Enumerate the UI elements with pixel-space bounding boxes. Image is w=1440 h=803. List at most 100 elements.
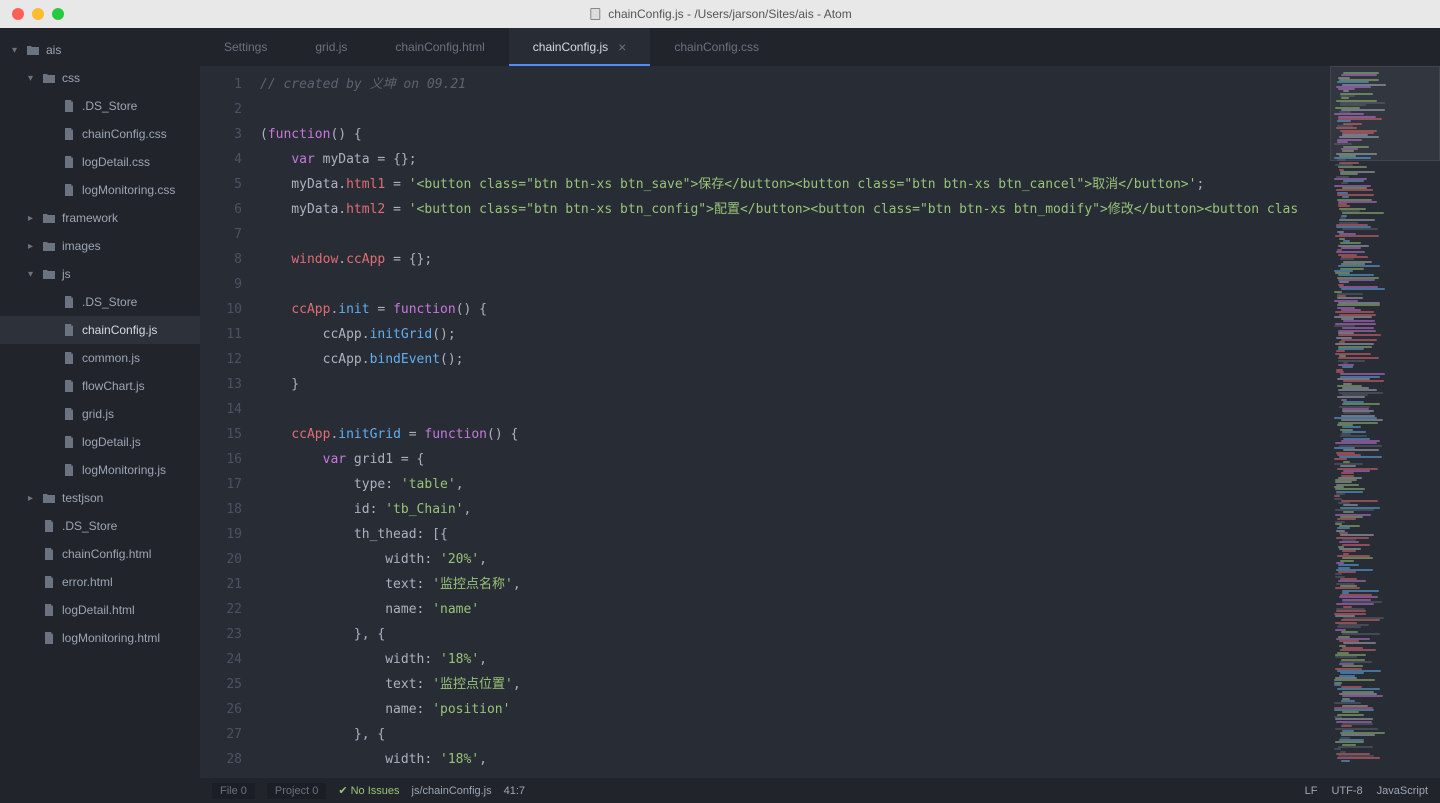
file-icon — [60, 183, 78, 197]
code-line[interactable]: var myData = {}; — [260, 147, 1330, 172]
file-icon — [60, 155, 78, 169]
code-line[interactable]: ccApp.init = function() { — [260, 297, 1330, 322]
status-file-count[interactable]: File 0 — [212, 783, 255, 799]
status-path[interactable]: js/chainConfig.js — [412, 785, 492, 797]
line-number: 1 — [200, 72, 242, 97]
status-cursor[interactable]: 41:7 — [504, 785, 525, 797]
line-number: 25 — [200, 672, 242, 697]
tree-label: css — [62, 71, 80, 85]
chevron-right-icon: ▸ — [28, 241, 40, 252]
folder-icon — [40, 491, 58, 505]
code-line[interactable]: // created by 义坤 on 09.21 — [260, 72, 1330, 97]
file-icon — [588, 7, 602, 21]
code-line[interactable]: }, { — [260, 722, 1330, 747]
close-window-button[interactable] — [12, 8, 24, 20]
tree-label: grid.js — [82, 407, 114, 421]
code-line[interactable]: th_thead: [{ — [260, 522, 1330, 547]
close-icon[interactable]: × — [618, 39, 626, 55]
code-line[interactable]: width: '18%', — [260, 647, 1330, 672]
tree-folder[interactable]: ▸ testjson — [0, 484, 200, 512]
chevron-right-icon: ▸ — [28, 493, 40, 504]
tree-folder[interactable]: ▸framework — [0, 204, 200, 232]
line-number: 14 — [200, 397, 242, 422]
code-area[interactable]: // created by 义坤 on 09.21 (function() { … — [260, 66, 1330, 778]
tree-folder[interactable]: ▾js — [0, 260, 200, 288]
tree-label: framework — [62, 211, 118, 225]
tree-file[interactable]: logDetail.css — [0, 148, 200, 176]
code-line[interactable]: name: 'position' — [260, 697, 1330, 722]
code-line[interactable]: text: '监控点名称', — [260, 572, 1330, 597]
tree-root[interactable]: ▾ ais — [0, 36, 200, 64]
tree-file[interactable]: chainConfig.js — [0, 316, 200, 344]
file-icon — [40, 519, 58, 533]
tree-file[interactable]: flowChart.js — [0, 372, 200, 400]
tab-label: grid.js — [315, 40, 347, 54]
status-line-ending[interactable]: LF — [1305, 785, 1318, 797]
tab[interactable]: Settings — [200, 28, 291, 66]
status-encoding[interactable]: UTF-8 — [1331, 785, 1362, 797]
tree-file[interactable]: .DS_Store — [0, 92, 200, 120]
line-number: 18 — [200, 497, 242, 522]
tree-label: testjson — [62, 491, 103, 505]
code-line[interactable]: var grid1 = { — [260, 447, 1330, 472]
line-number: 16 — [200, 447, 242, 472]
file-icon — [40, 575, 58, 589]
status-issues[interactable]: ✔ No Issues — [338, 784, 399, 797]
code-line[interactable] — [260, 97, 1330, 122]
status-language[interactable]: JavaScript — [1377, 785, 1428, 797]
tree-file[interactable]: chainConfig.css — [0, 120, 200, 148]
tab[interactable]: chainConfig.html — [371, 28, 508, 66]
code-line[interactable] — [260, 222, 1330, 247]
code-line[interactable]: (function() { — [260, 122, 1330, 147]
tree-folder[interactable]: ▸images — [0, 232, 200, 260]
tab[interactable]: chainConfig.css — [650, 28, 783, 66]
editor-body[interactable]: 1234567891011121314151617181920212223242… — [200, 66, 1440, 778]
tree-file[interactable]: logMonitoring.js — [0, 456, 200, 484]
tab[interactable]: grid.js — [291, 28, 371, 66]
folder-icon — [24, 43, 42, 57]
tree-file[interactable]: grid.js — [0, 400, 200, 428]
code-line[interactable]: window.ccApp = {}; — [260, 247, 1330, 272]
line-number: 11 — [200, 322, 242, 347]
editor-pane: Settingsgrid.jschainConfig.htmlchainConf… — [200, 28, 1440, 778]
status-project-count[interactable]: Project 0 — [267, 783, 326, 799]
code-line[interactable]: width: '18%', — [260, 747, 1330, 772]
tree-file[interactable]: logDetail.html — [0, 596, 200, 624]
line-number: 5 — [200, 172, 242, 197]
minimize-window-button[interactable] — [32, 8, 44, 20]
tree-label: chainConfig.js — [82, 323, 157, 337]
line-number: 3 — [200, 122, 242, 147]
tree-file[interactable]: .DS_Store — [0, 512, 200, 540]
tab-bar[interactable]: Settingsgrid.jschainConfig.htmlchainConf… — [200, 28, 1440, 66]
tree-file[interactable]: logDetail.js — [0, 428, 200, 456]
code-line[interactable]: type: 'table', — [260, 472, 1330, 497]
code-line[interactable]: id: 'tb_Chain', — [260, 497, 1330, 522]
code-line[interactable]: text: '监控点位置', — [260, 672, 1330, 697]
tree-file[interactable]: logMonitoring.html — [0, 624, 200, 652]
tree-label: logDetail.css — [82, 155, 150, 169]
code-line[interactable]: myData.html1 = '<button class="btn btn-x… — [260, 172, 1330, 197]
code-line[interactable]: } — [260, 372, 1330, 397]
code-line[interactable]: ccApp.initGrid(); — [260, 322, 1330, 347]
tree-file[interactable]: chainConfig.html — [0, 540, 200, 568]
tree-folder[interactable]: ▾css — [0, 64, 200, 92]
file-tree[interactable]: ▾ ais ▾css.DS_StorechainConfig.csslogDet… — [0, 28, 200, 778]
folder-icon — [40, 211, 58, 225]
code-line[interactable]: }, { — [260, 622, 1330, 647]
code-line[interactable]: myData.html2 = '<button class="btn btn-x… — [260, 197, 1330, 222]
code-line[interactable]: name: 'name' — [260, 597, 1330, 622]
tree-file[interactable]: error.html — [0, 568, 200, 596]
tree-file[interactable]: common.js — [0, 344, 200, 372]
code-line[interactable]: ccApp.bindEvent(); — [260, 347, 1330, 372]
code-line[interactable]: ccApp.initGrid = function() { — [260, 422, 1330, 447]
folder-icon — [40, 239, 58, 253]
tree-file[interactable]: logMonitoring.css — [0, 176, 200, 204]
code-line[interactable]: width: '20%', — [260, 547, 1330, 572]
tab[interactable]: chainConfig.js× — [509, 28, 651, 66]
minimap[interactable] — [1330, 66, 1440, 778]
tree-file[interactable]: .DS_Store — [0, 288, 200, 316]
code-line[interactable] — [260, 272, 1330, 297]
tree-label: chainConfig.css — [82, 127, 167, 141]
maximize-window-button[interactable] — [52, 8, 64, 20]
code-line[interactable] — [260, 397, 1330, 422]
